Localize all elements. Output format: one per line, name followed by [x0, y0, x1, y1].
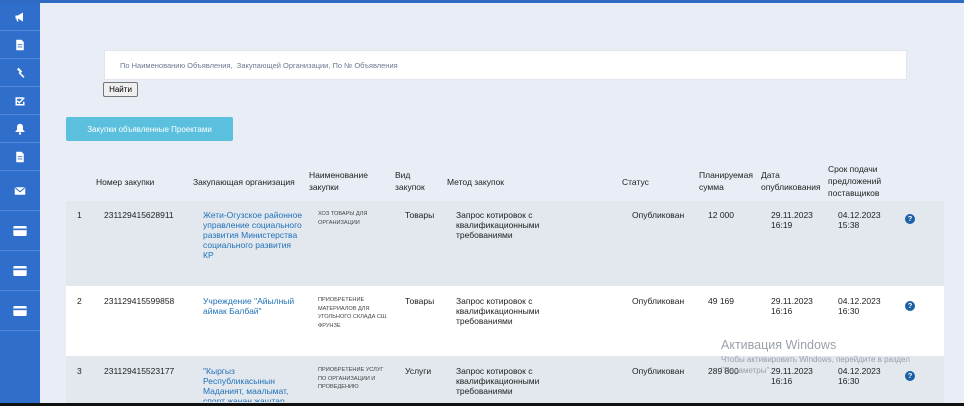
organization-link[interactable]: "Кыргыз Республикасынын Маданият, маалым…: [203, 366, 303, 402]
windows-activation-title: Активация Windows: [721, 338, 837, 352]
procurement-number: 231129415599858: [104, 296, 175, 306]
header-date: Дата опубликования: [761, 170, 821, 192]
sidebar-item-messages[interactable]: [0, 171, 40, 211]
row-index: 2: [77, 296, 82, 306]
checkbox-icon: [15, 96, 25, 105]
procurement-method: Запрос котировок с квалификационными тре…: [456, 210, 540, 240]
header-type: Вид закупок: [395, 170, 425, 192]
planned-sum: 49 169: [708, 296, 734, 306]
projects-procurement-button[interactable]: Закупки объявленные Проектами: [66, 117, 233, 141]
document-icon: [16, 39, 24, 50]
procurement-type: Товары: [405, 296, 435, 306]
status-text: Опубликован: [632, 210, 685, 220]
procurement-name: ПРИОБРЕТЕНИЕ УСЛУГ ПО ОРГАНИЗАЦИИ И ПРОВ…: [318, 367, 384, 390]
sidebar-item-payments[interactable]: [0, 211, 40, 251]
procurement-number: 231129415523177: [104, 366, 175, 376]
sidebar-item-contracts[interactable]: [0, 251, 40, 291]
procurement-method: Запрос котировок с квалификационными тре…: [456, 296, 540, 326]
header-organization: Закупающая организация: [193, 177, 295, 187]
publish-date: 29.11.2023 16:16: [771, 296, 813, 316]
card-icon: [13, 305, 27, 316]
deadline-date: 04.12.2023 16:30: [838, 296, 881, 316]
status-text: Опубликован: [632, 366, 685, 376]
document-icon: [16, 151, 24, 162]
top-accent-bar: [0, 0, 964, 3]
planned-sum: 12 000: [708, 210, 734, 220]
publish-date: 29.11.2023 16:19: [771, 210, 813, 230]
status-text: Опубликован: [632, 296, 685, 306]
search-box: [104, 50, 907, 80]
bell-icon: [15, 123, 25, 135]
megaphone-icon: [15, 12, 23, 21]
question-icon[interactable]: ?: [905, 214, 915, 224]
procurement-type: Услуги: [405, 366, 432, 376]
card-icon: [13, 265, 27, 276]
header-method: Метод закупок: [447, 177, 505, 187]
sidebar-item-announcements[interactable]: [0, 3, 40, 31]
windows-activation-subtitle: Чтобы активировать Windows, перейдите в …: [721, 355, 910, 375]
procurement-name: ПРИОБРЕТЕНИЕ МАТЕРИАЛОВ ДЛЯ УГОЛЬНОГО СК…: [318, 297, 388, 329]
sidebar-item-notifications[interactable]: [0, 115, 40, 143]
header-sum: Планируемая сумма: [699, 170, 753, 192]
sidebar-item-auctions[interactable]: [0, 59, 40, 87]
sidebar: [0, 3, 40, 406]
question-icon[interactable]: ?: [905, 301, 915, 311]
procurement-method: Запрос котировок с квалификационными тре…: [456, 366, 540, 396]
row-index: 3: [77, 366, 82, 376]
header-deadline: Срок подачи предложений поставщиков: [828, 164, 882, 198]
search-input[interactable]: [118, 59, 906, 71]
sidebar-item-accounts[interactable]: [0, 291, 40, 331]
sidebar-item-tasks[interactable]: [0, 87, 40, 115]
organization-link[interactable]: Учреждение "Айылный аймак Балбай": [203, 296, 303, 316]
sidebar-item-documents[interactable]: [0, 31, 40, 59]
row-index: 1: [77, 210, 82, 220]
envelope-icon: [14, 186, 26, 195]
card-icon: [13, 225, 27, 236]
header-status: Статус: [622, 177, 649, 187]
header-name: Наименование закупки: [309, 170, 368, 192]
organization-link[interactable]: Жети-Огузское районное управление социал…: [203, 210, 303, 260]
header-number: Номер закупки: [96, 177, 155, 187]
procurement-name: ХОЗ ТОВАРЫ ДЛЯ ОРГАНИЗАЦИИ: [318, 211, 368, 226]
procurement-type: Товары: [405, 210, 435, 220]
hammer-icon: [17, 67, 25, 78]
find-button[interactable]: Найти: [103, 82, 138, 97]
deadline-date: 04.12.2023 15:38: [838, 210, 881, 230]
procurement-number: 231129415628911: [104, 210, 174, 220]
sidebar-item-reports[interactable]: [0, 143, 40, 171]
